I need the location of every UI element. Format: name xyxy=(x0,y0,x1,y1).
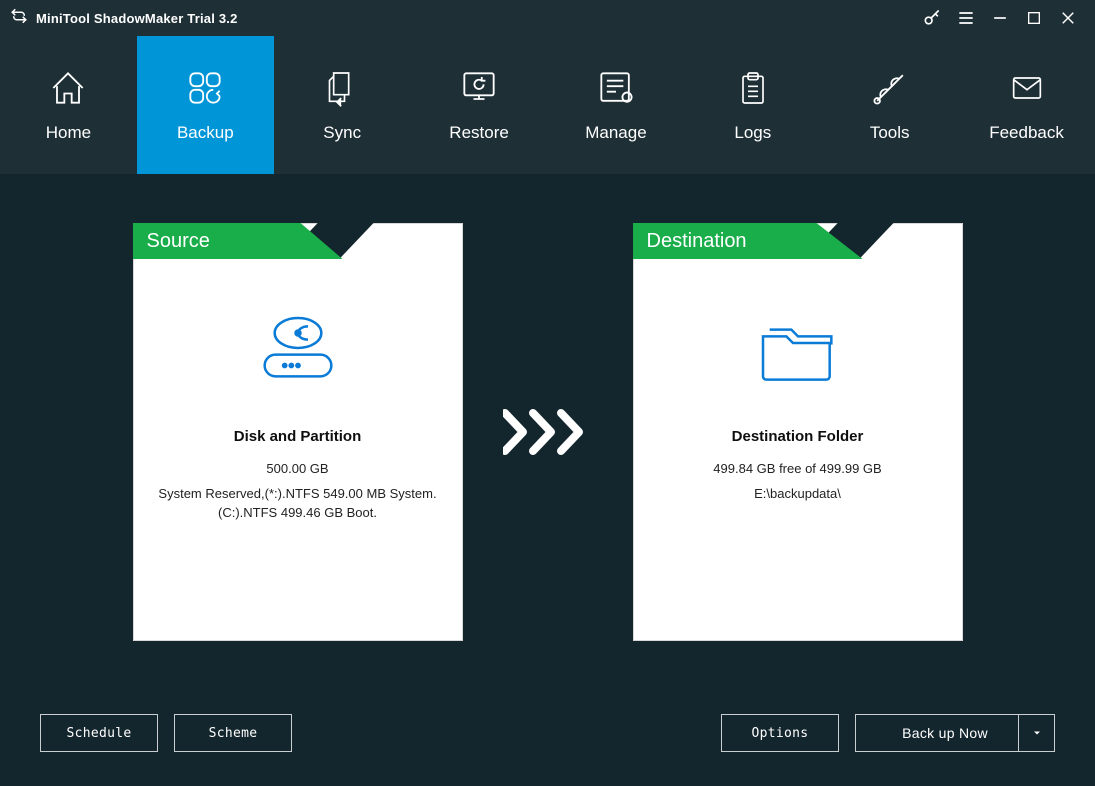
restore-icon xyxy=(457,67,501,109)
manage-icon xyxy=(594,67,638,109)
source-capacity: 500.00 GB xyxy=(266,461,328,476)
nav-tools[interactable]: Tools xyxy=(821,36,958,174)
scheme-button[interactable]: Scheme xyxy=(174,714,292,752)
feedback-icon xyxy=(1005,67,1049,109)
destination-free: 499.84 GB free of 499.99 GB xyxy=(713,461,881,476)
nav-backup[interactable]: Backup xyxy=(137,36,274,174)
nav-label: Restore xyxy=(449,123,509,143)
nav-sync[interactable]: Sync xyxy=(274,36,411,174)
nav-restore[interactable]: Restore xyxy=(411,36,548,174)
nav-label: Logs xyxy=(734,123,771,143)
nav-manage[interactable]: Manage xyxy=(548,36,685,174)
nav-label: Sync xyxy=(323,123,361,143)
tools-icon xyxy=(868,67,912,109)
schedule-button[interactable]: Schedule xyxy=(40,714,158,752)
backup-icon xyxy=(183,67,227,109)
bottom-bar: Schedule Scheme Options Back up Now xyxy=(0,690,1095,786)
backup-now-button[interactable]: Back up Now xyxy=(855,714,1055,752)
destination-header: Destination xyxy=(633,223,863,259)
nav-logs[interactable]: Logs xyxy=(684,36,821,174)
backup-now-label: Back up Now xyxy=(902,725,988,741)
main-nav: Home Backup Sync Restore xyxy=(0,36,1095,174)
menu-icon[interactable] xyxy=(949,0,983,36)
minimize-button[interactable] xyxy=(983,0,1017,36)
maximize-button[interactable] xyxy=(1017,0,1051,36)
destination-path: E:\backupdata\ xyxy=(754,486,841,501)
home-icon xyxy=(46,67,90,109)
arrow-icon xyxy=(503,409,593,455)
logs-icon xyxy=(733,67,773,109)
source-card[interactable]: Source Disk and Partition 500.00 GB Syst… xyxy=(133,223,463,641)
nav-label: Manage xyxy=(585,123,646,143)
close-button[interactable] xyxy=(1051,0,1085,36)
nav-label: Home xyxy=(46,123,91,143)
sync-icon xyxy=(322,67,362,109)
main-area: Source Disk and Partition 500.00 GB Syst… xyxy=(0,174,1095,690)
title-bar: MiniTool ShadowMaker Trial 3.2 xyxy=(0,0,1095,36)
dropdown-caret-icon[interactable] xyxy=(1018,715,1054,751)
source-header: Source xyxy=(133,223,343,259)
nav-label: Feedback xyxy=(989,123,1064,143)
options-button[interactable]: Options xyxy=(721,714,839,752)
disk-icon xyxy=(248,298,348,398)
nav-label: Backup xyxy=(177,123,234,143)
key-icon[interactable] xyxy=(915,0,949,36)
source-detail-1: System Reserved,(*:).NTFS 549.00 MB Syst… xyxy=(158,486,436,501)
source-detail-2: (C:).NTFS 499.46 GB Boot. xyxy=(218,505,377,520)
folder-icon xyxy=(748,298,848,398)
app-title: MiniTool ShadowMaker Trial 3.2 xyxy=(36,11,238,26)
destination-title: Destination Folder xyxy=(732,428,864,445)
nav-label: Tools xyxy=(870,123,910,143)
nav-feedback[interactable]: Feedback xyxy=(958,36,1095,174)
source-title: Disk and Partition xyxy=(234,428,362,445)
nav-home[interactable]: Home xyxy=(0,36,137,174)
destination-card[interactable]: Destination Destination Folder 499.84 GB… xyxy=(633,223,963,641)
app-logo-icon xyxy=(10,7,28,30)
